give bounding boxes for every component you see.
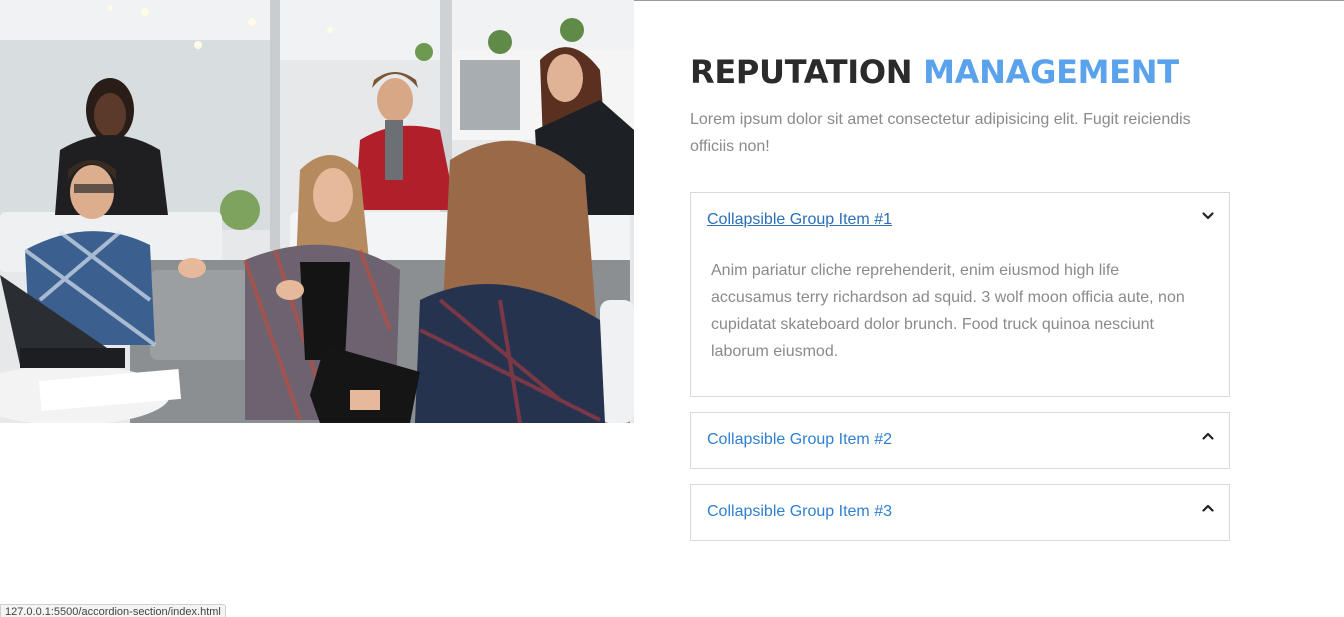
chevron-up-icon[interactable]	[1201, 501, 1215, 515]
accordion-title-3[interactable]: Collapsible Group Item #3	[707, 502, 892, 522]
accordion-item-2: Collapsible Group Item #2	[690, 412, 1230, 469]
accordion-title-1[interactable]: Collapsible Group Item #1	[707, 210, 892, 230]
title-part-1: REPUTATION	[690, 53, 913, 91]
accordion-item-3: Collapsible Group Item #3	[690, 484, 1230, 541]
content-section: REPUTATION MANAGEMENT Lorem ipsum dolor …	[690, 52, 1230, 160]
chevron-down-icon[interactable]	[1201, 209, 1215, 223]
accordion-item-1: Collapsible Group Item #1 Anim pariatur …	[690, 192, 1230, 397]
page-title: REPUTATION MANAGEMENT	[690, 52, 1230, 92]
accordion-header-3[interactable]: Collapsible Group Item #3	[691, 485, 1229, 539]
chevron-up-icon[interactable]	[1201, 429, 1215, 443]
lead-paragraph: Lorem ipsum dolor sit amet consectetur a…	[690, 111, 1191, 155]
top-divider	[634, 0, 1344, 1]
accordion-body-1: Anim pariatur cliche reprehenderit, enim…	[711, 262, 1185, 360]
accordion-title-2[interactable]: Collapsible Group Item #2	[707, 430, 892, 450]
status-bar-url: 127.0.0.1:5500/accordion-section/index.h…	[0, 604, 226, 617]
title-part-2: MANAGEMENT	[923, 53, 1179, 91]
accordion-header-2[interactable]: Collapsible Group Item #2	[691, 413, 1229, 467]
page: REPUTATION MANAGEMENT Lorem ipsum dolor …	[0, 0, 1344, 617]
accordion-header-1[interactable]: Collapsible Group Item #1	[691, 193, 1229, 247]
team-meeting-photo	[0, 0, 634, 423]
